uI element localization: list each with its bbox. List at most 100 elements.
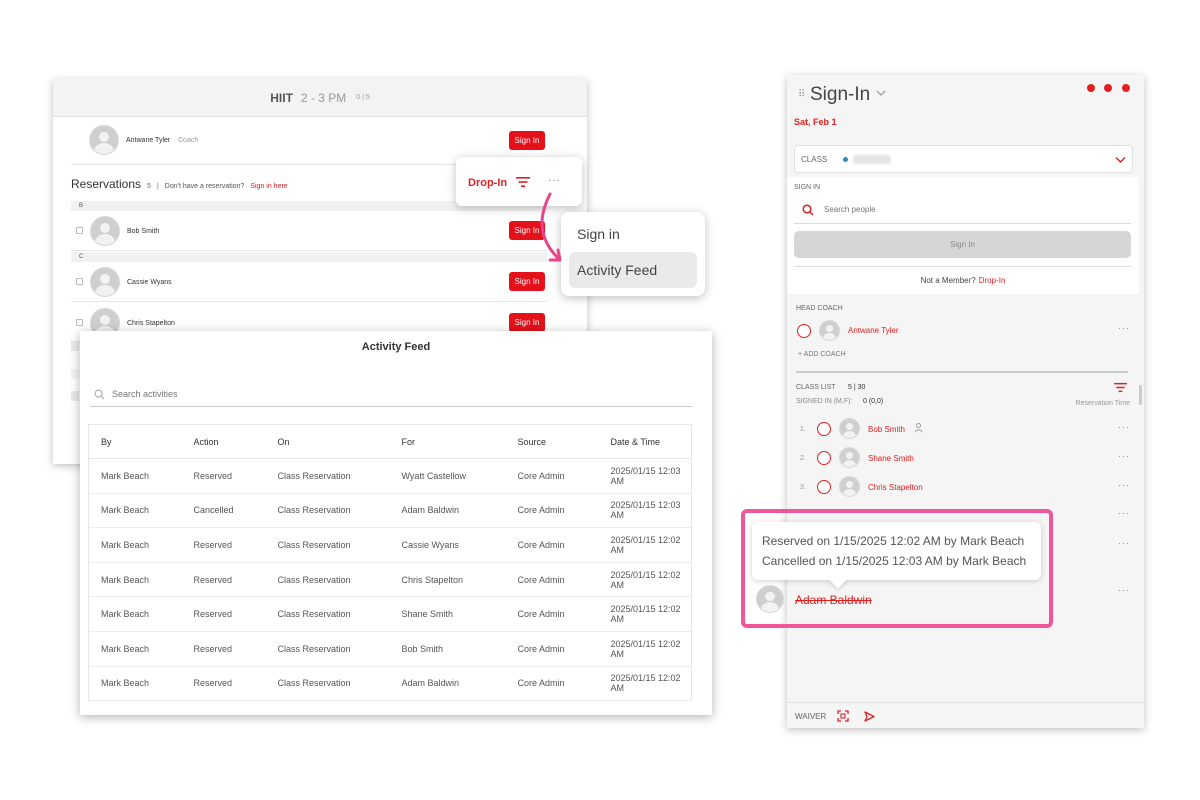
column-header[interactable]: For <box>389 424 506 459</box>
table-cell: Class Reservation <box>265 527 390 563</box>
activity-table: By Action On For Source Date & Time Mark… <box>88 424 692 702</box>
reservation-row: Cassie Wyans Sign In <box>71 262 547 302</box>
sign-in-toggle[interactable] <box>817 480 831 494</box>
table-cell: Mark Beach <box>88 666 182 702</box>
column-header[interactable]: On <box>265 424 390 459</box>
actions-menu: Sign in Activity Feed <box>561 212 705 296</box>
more-dots-icon[interactable]: ··· <box>1118 538 1130 548</box>
send-icon[interactable] <box>864 711 875 722</box>
qr-scan-icon[interactable] <box>837 710 849 722</box>
divider <box>794 266 1131 267</box>
scrollbar[interactable] <box>1139 385 1142 405</box>
filter-icon[interactable] <box>516 176 530 188</box>
activity-feed-panel: Activity Feed By Action On For Source Da… <box>80 331 712 715</box>
member-name: Cassie Wyans <box>127 279 172 286</box>
divider <box>796 371 1128 373</box>
sign-in-toggle[interactable] <box>817 422 831 436</box>
member-number: 2. <box>800 455 806 462</box>
table-cell: Class Reservation <box>265 493 390 529</box>
class-value-redacted <box>853 155 891 164</box>
table-row[interactable]: Mark Beach Reserved Class Reservation Bob S… <box>88 631 692 667</box>
coach-avatar <box>819 320 840 341</box>
cancelled-member-name[interactable]: Adam Baldwin <box>795 593 872 607</box>
close-window-icon[interactable] <box>1122 84 1130 92</box>
member-avatar <box>839 476 860 497</box>
table-cell: Reserved <box>181 458 266 494</box>
table-row[interactable]: Mark Beach Reserved Class Reservation Adam … <box>88 666 692 702</box>
reservation-time-sort[interactable]: Reservation Time <box>1076 400 1130 407</box>
table-cell: Reserved <box>181 631 266 667</box>
sign-in-label: SIGN IN <box>794 184 821 191</box>
signed-in-label: SIGNED IN (M,F): <box>796 398 853 405</box>
menu-item-activity-feed[interactable]: Activity Feed <box>569 252 697 288</box>
table-cell: Bob Smith <box>389 631 506 667</box>
class-select[interactable]: CLASS <box>794 145 1133 173</box>
sign-in-here-link[interactable]: Sign in here <box>250 183 287 190</box>
table-cell: Mark Beach <box>88 527 182 563</box>
table-cell: Shane Smith <box>389 596 506 632</box>
member-avatar <box>839 447 860 468</box>
sign-in-button[interactable]: Sign In <box>794 231 1131 258</box>
sign-in-toggle[interactable] <box>797 324 811 338</box>
more-dots-icon[interactable]: ··· <box>1118 422 1130 432</box>
class-list-count: 5 | 30 <box>848 384 866 391</box>
head-coach-name[interactable]: Antwane Tyler <box>848 326 899 335</box>
filter-icon[interactable] <box>1114 382 1127 393</box>
table-cell: Cancelled <box>181 493 266 529</box>
sign-in-toggle[interactable] <box>817 451 831 465</box>
table-row[interactable]: Mark Beach Cancelled Class Reservation Adam… <box>88 493 692 529</box>
tooltip-reserved-line: Reserved on 1/15/2025 12:02 AM by Mark B… <box>762 534 1025 548</box>
more-dots-icon[interactable]: ··· <box>1118 480 1130 490</box>
row-checkbox[interactable] <box>76 278 83 285</box>
row-checkbox[interactable] <box>76 319 83 326</box>
activity-feed-title: Activity Feed <box>361 341 431 353</box>
more-dots-icon[interactable]: ··· <box>548 175 561 186</box>
class-name: HIIT <box>270 90 293 105</box>
chevron-down-icon[interactable] <box>876 88 886 98</box>
row-checkbox[interactable] <box>76 227 83 234</box>
zoom-window-icon[interactable] <box>1087 84 1095 92</box>
table-cell: Adam Baldwin <box>389 493 506 529</box>
add-coach-button[interactable]: + ADD COACH <box>798 351 846 358</box>
member-name[interactable]: Chris Stapelton <box>868 483 923 492</box>
sign-in-title: Sign-In <box>810 84 871 105</box>
table-cell: Wyatt Castellow <box>389 458 506 494</box>
menu-item-sign-in[interactable]: Sign in <box>577 226 620 242</box>
table-row[interactable]: Mark Beach Reserved Class Reservation Wyatt… <box>88 458 692 494</box>
member-name[interactable]: Bob Smith <box>868 425 905 434</box>
more-dots-icon[interactable]: ··· <box>1118 451 1130 461</box>
more-dots-icon[interactable]: ··· <box>1118 323 1130 333</box>
column-header[interactable]: Action <box>181 424 266 459</box>
activity-search-input[interactable] <box>112 389 412 399</box>
table-row[interactable]: Mark Beach Reserved Class Reservation Chris… <box>88 562 692 598</box>
coach-name: Antwane Tyler <box>126 137 171 144</box>
table-cell: Core Admin <box>505 596 599 632</box>
row-stub <box>71 341 79 351</box>
column-header[interactable]: Date & Time <box>598 424 692 459</box>
table-row[interactable]: Mark Beach Reserved Class Reservation Shane… <box>88 596 692 632</box>
column-header[interactable]: By <box>88 424 182 459</box>
table-row[interactable]: Mark Beach Reserved Class Reservation Cassi… <box>88 527 692 563</box>
curved-arrow-icon <box>540 192 562 262</box>
column-header[interactable]: Source <box>505 424 599 459</box>
divider <box>794 223 1131 224</box>
member-sign-in-button[interactable]: Sign In <box>509 272 545 291</box>
not-member-text: Not a Member? <box>920 276 976 285</box>
not-member-row: Not a Member? Drop-In <box>787 276 1139 285</box>
chevron-down-icon[interactable] <box>1115 154 1126 165</box>
table-cell: Reserved <box>181 562 266 598</box>
search-people-input[interactable] <box>824 205 1074 214</box>
more-dots-icon[interactable]: ··· <box>1118 585 1130 595</box>
table-cell: Reserved <box>181 527 266 563</box>
drag-handle-icon[interactable]: ⠿ <box>798 89 805 100</box>
minimize-window-icon[interactable] <box>1104 84 1112 92</box>
row-stub <box>71 391 79 401</box>
table-cell: Mark Beach <box>88 631 182 667</box>
dropin-link[interactable]: Drop-In <box>979 276 1006 285</box>
more-dots-icon[interactable]: ··· <box>1118 508 1130 518</box>
coach-sign-in-button[interactable]: Sign In <box>509 131 545 150</box>
member-avatar <box>90 267 120 297</box>
dropin-button[interactable]: Drop-In <box>468 177 507 189</box>
member-sign-in-button[interactable]: Sign In <box>509 313 545 332</box>
member-name[interactable]: Shane Smith <box>868 454 914 463</box>
